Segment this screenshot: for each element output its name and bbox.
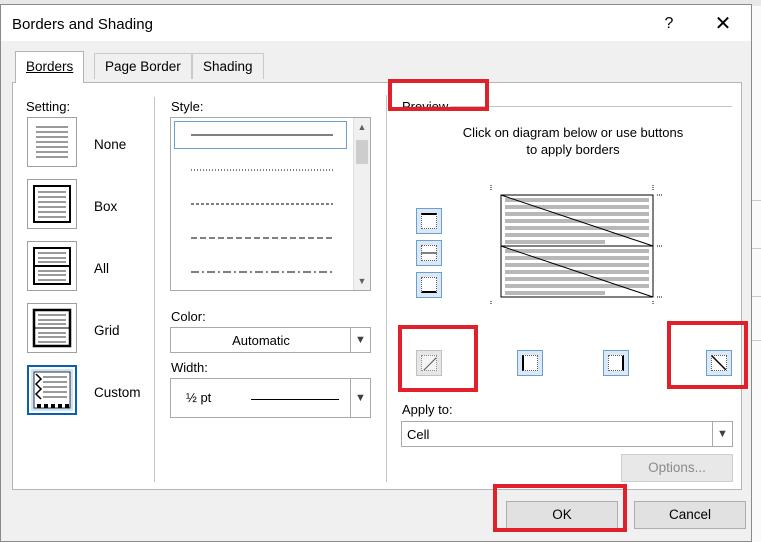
preview-text-line xyxy=(505,240,605,244)
setting-grid-label[interactable]: Grid xyxy=(94,323,120,338)
setting-all-icon[interactable] xyxy=(27,241,77,291)
scroll-down-icon[interactable]: ▼ xyxy=(357,275,367,287)
scroll-thumb[interactable] xyxy=(356,140,368,164)
tab-borders[interactable]: Borders xyxy=(15,51,85,83)
preview-text-line xyxy=(505,198,649,202)
background-table-line xyxy=(751,340,761,341)
preview-text-line xyxy=(505,277,649,281)
background-table-line xyxy=(751,296,761,297)
preview-rule xyxy=(450,106,732,107)
preview-instructions-2: to apply borders xyxy=(526,142,620,157)
preview-text-line xyxy=(505,233,649,237)
highlight-diagonal-up-button xyxy=(398,325,478,392)
preview-text-line xyxy=(505,284,649,288)
setting-custom-label[interactable]: Custom xyxy=(94,385,141,400)
help-button[interactable]: ? xyxy=(656,11,682,37)
setting-none-icon[interactable] xyxy=(27,117,77,167)
left-border-button[interactable] xyxy=(517,350,543,376)
style-listbox[interactable]: ▲ ▼ xyxy=(170,117,371,291)
column-divider xyxy=(386,95,387,482)
preview-text-line xyxy=(505,256,649,260)
color-dropdown[interactable]: Automatic ▼ xyxy=(170,327,371,353)
top-border-button[interactable] xyxy=(416,208,442,234)
chevron-down-icon[interactable]: ▼ xyxy=(350,379,370,417)
highlight-diagonal-down-button xyxy=(667,321,748,389)
right-border-icon xyxy=(608,355,624,371)
borders-and-shading-dialog: Borders and Shading ? ✕ Borders Page Bor… xyxy=(0,4,752,542)
apply-to-label: Apply to: xyxy=(402,402,453,417)
column-divider xyxy=(154,97,155,482)
setting-custom-icon[interactable] xyxy=(27,365,77,415)
inside-horizontal-border-button[interactable] xyxy=(416,240,442,266)
dialog-title: Borders and Shading xyxy=(12,16,153,33)
preview-text-line xyxy=(505,205,649,209)
style-scrollbar[interactable]: ▲ ▼ xyxy=(353,118,370,290)
top-border-icon xyxy=(421,213,437,229)
setting-box-label[interactable]: Box xyxy=(94,199,117,214)
background-table-line xyxy=(751,200,761,201)
color-value: Automatic xyxy=(232,333,290,348)
preview-text-line xyxy=(505,226,649,230)
tab-borders-label: Borders xyxy=(26,59,74,74)
apply-to-value: Cell xyxy=(407,427,430,442)
bottom-border-button[interactable] xyxy=(416,272,442,298)
title-bar: Borders and Shading ? ✕ xyxy=(1,5,751,41)
bottom-border-icon xyxy=(421,277,437,293)
left-border-icon xyxy=(522,355,538,371)
width-value: ½ pt xyxy=(186,390,212,405)
preview-diagram[interactable] xyxy=(487,185,662,305)
highlight-ok-button xyxy=(493,484,627,532)
width-dropdown[interactable]: ½ pt ▼ xyxy=(170,378,371,418)
right-border-button[interactable] xyxy=(603,350,629,376)
background-table-line xyxy=(751,248,761,249)
scroll-up-icon[interactable]: ▲ xyxy=(357,121,367,133)
color-label: Color: xyxy=(171,309,206,324)
setting-grid-icon[interactable] xyxy=(27,303,77,353)
chevron-down-icon[interactable]: ▼ xyxy=(712,422,732,446)
apply-to-dropdown[interactable]: Cell ▼ xyxy=(401,421,733,447)
highlight-preview xyxy=(388,79,489,111)
tab-page-border-label: Page Border xyxy=(105,59,181,74)
options-button[interactable]: Options... xyxy=(621,454,733,482)
close-button[interactable]: ✕ xyxy=(707,11,739,37)
setting-all-label[interactable]: All xyxy=(94,261,109,276)
setting-none-label[interactable]: None xyxy=(94,137,126,152)
chevron-down-icon[interactable]: ▼ xyxy=(350,328,370,352)
setting-box-icon[interactable] xyxy=(27,179,77,229)
tab-page-border[interactable]: Page Border xyxy=(94,53,192,79)
style-label: Style: xyxy=(171,99,204,114)
setting-label: Setting: xyxy=(26,99,71,114)
width-label: Width: xyxy=(171,360,208,375)
preview-instructions-1: Click on diagram below or use buttons xyxy=(462,125,684,140)
preview-text-line xyxy=(505,291,605,295)
preview-text-line xyxy=(505,263,649,267)
preview-text-line xyxy=(505,249,649,253)
tab-shading[interactable]: Shading xyxy=(192,53,264,79)
tab-shading-label: Shading xyxy=(203,59,253,74)
cancel-button[interactable]: Cancel xyxy=(634,501,746,529)
preview-text-line xyxy=(505,212,649,216)
inside-horizontal-border-icon xyxy=(421,245,437,261)
borders-panel: Setting: None Box All Grid Custom Style:… xyxy=(12,82,742,490)
